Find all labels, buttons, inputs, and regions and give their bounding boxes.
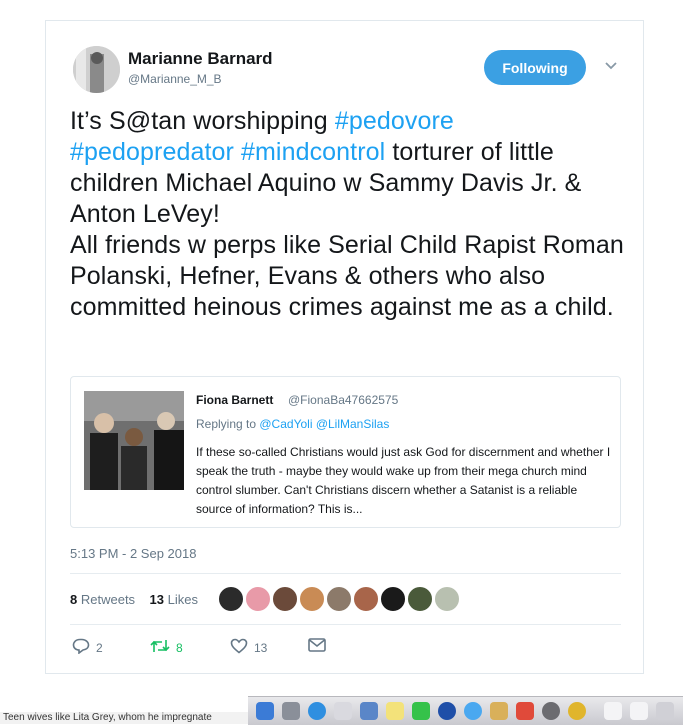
liker-avatar[interactable] bbox=[272, 586, 298, 612]
hashtag-link[interactable]: #pedovore bbox=[335, 107, 454, 135]
quoted-author-name[interactable]: Fiona Barnett bbox=[196, 393, 273, 407]
settings-icon[interactable] bbox=[542, 702, 560, 720]
document-icon[interactable] bbox=[604, 702, 622, 720]
chrome-icon[interactable] bbox=[568, 702, 586, 720]
launchpad-icon[interactable] bbox=[282, 702, 300, 720]
hashtag-link[interactable]: #mindcontrol bbox=[241, 138, 385, 166]
display-name[interactable]: Marianne Barnard bbox=[128, 49, 273, 69]
liker-avatars bbox=[218, 586, 460, 612]
retweets-count: 8 bbox=[70, 592, 78, 607]
liker-avatar[interactable] bbox=[218, 586, 244, 612]
quoted-tweet[interactable]: Fiona Barnett @FionaBa47662575 Replying … bbox=[70, 376, 621, 528]
tweet-timestamp[interactable]: 5:13 PM - 2 Sep 2018 bbox=[70, 546, 196, 561]
liker-avatar[interactable] bbox=[245, 586, 271, 612]
messages-icon[interactable] bbox=[464, 702, 482, 720]
like-action[interactable]: 13 bbox=[230, 638, 267, 657]
reply-count: 2 bbox=[96, 640, 103, 655]
tweet-text-part: All friends w perps like Serial Child Ra… bbox=[70, 231, 624, 321]
likes-stat[interactable]: 13 Likes bbox=[150, 592, 198, 607]
avatar[interactable] bbox=[73, 46, 120, 93]
calendar-icon[interactable] bbox=[516, 702, 534, 720]
retweet-count: 8 bbox=[176, 640, 183, 655]
finder-icon[interactable] bbox=[256, 702, 274, 720]
liker-avatar[interactable] bbox=[299, 586, 325, 612]
quoted-tweet-text: If these so-called Christians would just… bbox=[196, 445, 611, 516]
trash-icon[interactable] bbox=[656, 702, 674, 720]
retweets-label: Retweets bbox=[80, 592, 136, 607]
chevron-down-icon[interactable] bbox=[604, 59, 618, 73]
liker-avatar[interactable] bbox=[353, 586, 379, 612]
safari-icon[interactable] bbox=[308, 702, 326, 720]
tweet-card: Marianne Barnard @Marianne_M_B Following… bbox=[45, 20, 644, 674]
replying-to-label: Replying to bbox=[196, 417, 260, 431]
replying-to: Replying to @CadYoli @LilManSilas bbox=[196, 417, 389, 431]
divider bbox=[70, 573, 621, 574]
liker-avatar[interactable] bbox=[407, 586, 433, 612]
retweet-icon bbox=[150, 638, 170, 657]
mention-links[interactable]: @CadYoli @LilManSilas bbox=[259, 417, 389, 431]
quicktime-icon[interactable] bbox=[438, 702, 456, 720]
message-action[interactable] bbox=[308, 638, 326, 655]
quoted-tweet-photo[interactable] bbox=[84, 391, 184, 490]
hashtag-link[interactable]: #pedopredator bbox=[70, 138, 234, 166]
likes-count: 13 bbox=[149, 592, 164, 607]
likes-label: Likes bbox=[167, 592, 198, 607]
retweets-stat[interactable]: 8 Retweets bbox=[70, 592, 135, 607]
liker-avatar[interactable] bbox=[380, 586, 406, 612]
status-bar-text: Teen wives like Lita Grey, whom he impre… bbox=[0, 712, 251, 724]
preview-icon[interactable] bbox=[360, 702, 378, 720]
liker-avatar[interactable] bbox=[326, 586, 352, 612]
like-count: 13 bbox=[254, 640, 268, 655]
engagement-stats: 8 Retweets 13 Likes bbox=[70, 592, 198, 607]
notes-icon[interactable] bbox=[386, 702, 404, 720]
user-handle[interactable]: @Marianne_M_B bbox=[128, 72, 222, 86]
textedit-icon[interactable] bbox=[490, 702, 508, 720]
facetime-icon[interactable] bbox=[412, 702, 430, 720]
following-button[interactable]: Following bbox=[484, 50, 586, 85]
tweet-text-part: It’s S@tan worshipping bbox=[70, 107, 335, 135]
reply-action[interactable]: 2 bbox=[72, 638, 103, 657]
quoted-author-handle[interactable]: @FionaBa47662575 bbox=[288, 393, 398, 407]
liker-avatar[interactable] bbox=[434, 586, 460, 612]
divider bbox=[70, 624, 621, 625]
document-icon[interactable] bbox=[630, 702, 648, 720]
reply-icon bbox=[72, 638, 90, 657]
taskbar bbox=[248, 696, 683, 725]
heart-icon bbox=[230, 638, 248, 657]
envelope-icon bbox=[308, 638, 326, 655]
tweet-text: It’s S@tan worshipping #pedovore #pedopr… bbox=[70, 106, 630, 323]
retweet-action[interactable]: 8 bbox=[150, 638, 183, 657]
help-icon[interactable] bbox=[334, 702, 352, 720]
